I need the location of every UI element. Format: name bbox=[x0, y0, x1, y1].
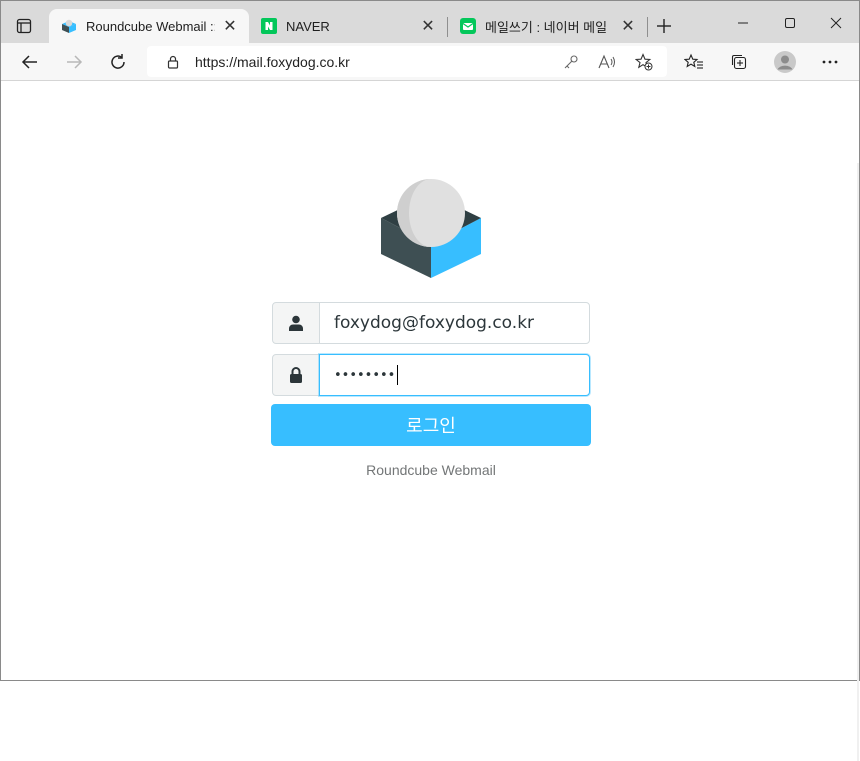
user-icon bbox=[272, 302, 320, 344]
lock-icon[interactable] bbox=[163, 52, 183, 72]
login-button[interactable]: 로그인 bbox=[271, 404, 591, 446]
tab-naver-mail[interactable]: 메일쓰기 : 네이버 메일 ✕ bbox=[448, 9, 647, 43]
close-window-icon[interactable] bbox=[813, 9, 859, 37]
tab-strip: Roundcube Webmail :: Roundcube Webmail ✕… bbox=[1, 1, 859, 43]
address-bar[interactable]: https://mail.foxydog.co.kr bbox=[147, 46, 667, 77]
minimize-icon[interactable] bbox=[720, 9, 766, 37]
collections-icon[interactable] bbox=[724, 47, 754, 77]
close-tab-icon[interactable]: ✕ bbox=[221, 17, 239, 35]
roundcube-favicon-icon bbox=[61, 18, 77, 34]
tab-naver[interactable]: NAVER ✕ bbox=[249, 9, 447, 43]
naver-favicon-icon bbox=[261, 18, 277, 34]
username-input[interactable]: foxydog@foxydog.co.kr bbox=[319, 302, 590, 344]
product-name-link[interactable]: Roundcube Webmail bbox=[271, 462, 591, 478]
close-tab-icon[interactable]: ✕ bbox=[419, 17, 437, 35]
refresh-icon[interactable] bbox=[103, 47, 133, 77]
naver-mail-favicon-icon bbox=[460, 18, 476, 34]
tab-actions-icon[interactable] bbox=[9, 11, 39, 41]
tab-title: NAVER bbox=[286, 18, 330, 34]
right-edge bbox=[857, 163, 859, 761]
tab-divider bbox=[647, 17, 648, 37]
lock-icon bbox=[272, 354, 320, 396]
new-tab-icon[interactable] bbox=[653, 15, 675, 37]
tab-title: 메일쓰기 : 네이버 메일 bbox=[485, 19, 608, 35]
more-menu-icon[interactable] bbox=[815, 47, 845, 77]
close-tab-icon[interactable]: ✕ bbox=[619, 17, 637, 35]
text-caret bbox=[397, 365, 399, 385]
browser-toolbar: https://mail.foxydog.co.kr bbox=[1, 43, 859, 81]
favorites-icon[interactable] bbox=[679, 47, 709, 77]
password-mask: •••••••• bbox=[334, 367, 396, 383]
username-field: foxydog@foxydog.co.kr bbox=[272, 302, 590, 344]
tab-title: Roundcube Webmail :: Roundcube Webmail bbox=[86, 18, 215, 34]
key-icon[interactable] bbox=[561, 52, 581, 72]
maximize-icon[interactable] bbox=[767, 9, 813, 37]
password-field: •••••••• bbox=[272, 354, 590, 396]
back-arrow-icon[interactable] bbox=[15, 47, 45, 77]
profile-avatar-icon[interactable] bbox=[770, 47, 800, 77]
page-content: foxydog@foxydog.co.kr •••••••• 로그인 Round… bbox=[1, 82, 859, 761]
tab-roundcube[interactable]: Roundcube Webmail :: Roundcube Webmail ✕ bbox=[49, 9, 249, 43]
browser-window: Roundcube Webmail :: Roundcube Webmail ✕… bbox=[0, 0, 860, 761]
add-favorite-icon[interactable] bbox=[634, 52, 654, 72]
address-url[interactable]: https://mail.foxydog.co.kr bbox=[195, 54, 350, 70]
roundcube-logo-icon bbox=[379, 176, 483, 280]
password-input[interactable]: •••••••• bbox=[319, 354, 590, 396]
read-aloud-icon[interactable] bbox=[597, 52, 617, 72]
forward-arrow-icon[interactable] bbox=[59, 47, 89, 77]
